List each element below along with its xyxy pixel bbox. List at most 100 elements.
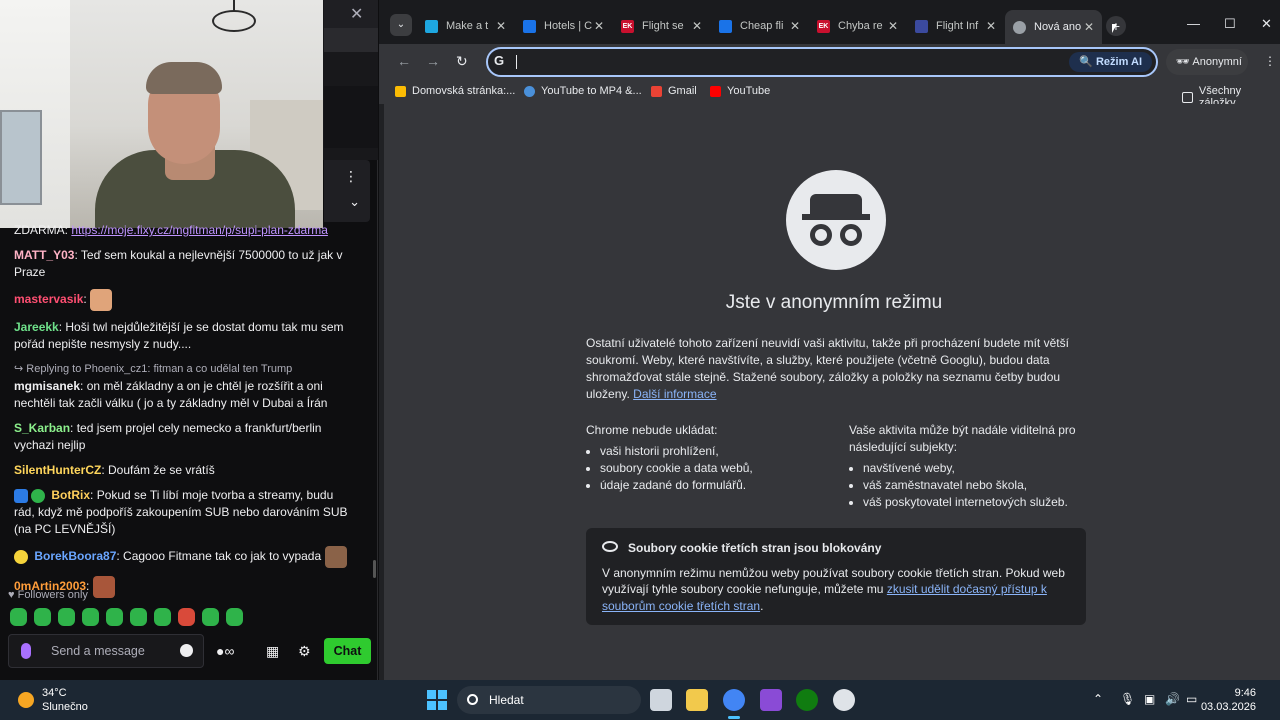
- bookmark-item[interactable]: Domovská stránka:...: [395, 85, 515, 97]
- reload-icon[interactable]: ↻: [456, 53, 468, 70]
- forward-arrow-icon[interactable]: →: [426, 53, 440, 69]
- chat-messages: ZDARMA: https://moje.fixy.cz/mgfitman/p/…: [0, 222, 370, 606]
- browser-tab[interactable]: EK Chyba re ✕: [809, 13, 906, 39]
- tab-favicon-icon: EK: [817, 19, 830, 33]
- settings-gear-icon[interactable]: ⚙: [298, 643, 311, 660]
- close-icon[interactable]: ✕: [350, 4, 363, 24]
- emote-option[interactable]: [106, 608, 123, 626]
- emote-option[interactable]: [202, 608, 219, 626]
- task-view-icon[interactable]: [650, 689, 672, 711]
- browser-tab[interactable]: EK Flight se ✕: [613, 13, 710, 39]
- network-icon[interactable]: ▣: [1144, 692, 1155, 706]
- bookmark-favicon-icon: [524, 85, 535, 97]
- browser-tab[interactable]: Flight Inf ✕: [907, 13, 1004, 39]
- weather-widget[interactable]: 34°C Slunečno: [18, 686, 88, 714]
- header-strip: [324, 86, 378, 148]
- ai-mode-button[interactable]: 🔍 Režim AI: [1069, 52, 1152, 72]
- bookmark-item[interactable]: YouTube to MP4 &...: [524, 85, 642, 97]
- windows-start-icon[interactable]: [427, 690, 447, 710]
- tray-chevron-up-icon[interactable]: ⌃: [1093, 692, 1103, 706]
- more-options-icon[interactable]: ⋮: [344, 168, 358, 185]
- maximize-icon[interactable]: ☐: [1224, 16, 1236, 32]
- tab-close-icon[interactable]: ✕: [986, 19, 1000, 33]
- chat-username[interactable]: mastervasik: [14, 292, 83, 306]
- chrome-icon[interactable]: [723, 689, 745, 711]
- visible-to-column: Vaše aktivita může být nadále viditelná …: [849, 422, 1089, 511]
- message-text: Doufám že se vrátíš: [108, 463, 215, 477]
- emote-option[interactable]: [226, 608, 243, 626]
- chat-send-button[interactable]: Chat: [324, 638, 371, 664]
- tab-title: Flight Inf: [936, 20, 979, 32]
- chat-username[interactable]: BotRix: [51, 488, 90, 502]
- bookmark-item[interactable]: YouTube: [710, 85, 770, 97]
- tab-favicon-icon: [523, 19, 536, 33]
- emoji-picker-icon[interactable]: [180, 644, 193, 657]
- chat-message-input[interactable]: Send a message: [8, 634, 204, 668]
- ceiling-lamp: [212, 10, 256, 32]
- address-bar[interactable]: G 🔍 Režim AI: [486, 47, 1158, 77]
- browser-tab[interactable]: Hotels | C ✕: [515, 13, 612, 39]
- chat-username[interactable]: SilentHunterCZ: [14, 463, 101, 477]
- flex-emote: [90, 289, 113, 311]
- emote-bar: [10, 608, 243, 626]
- tab-title: Nová ano: [1034, 21, 1082, 33]
- bookmark-label: Gmail: [668, 85, 697, 97]
- store-icon[interactable]: ▦: [266, 643, 279, 660]
- message-link[interactable]: https://moje.fixy.cz/mgfitman/p/supi-pla…: [71, 223, 328, 237]
- chat-username[interactable]: BorekBoora87: [34, 549, 116, 563]
- battery-icon[interactable]: ▭: [1186, 692, 1197, 706]
- chat-scrollbar[interactable]: [373, 560, 376, 578]
- emote-option[interactable]: [10, 608, 27, 626]
- system-clock[interactable]: 9:46 03.03.2026: [1201, 686, 1256, 714]
- webcam-overlay: [0, 0, 323, 228]
- arrow-badge-icon: [14, 488, 28, 503]
- eye-off-icon: [602, 541, 618, 552]
- back-arrow-icon[interactable]: ←: [397, 53, 411, 69]
- chat-message: BorekBoora87: Cagooo Fitmane tak co jak …: [14, 546, 356, 568]
- browser-tab[interactable]: Make a t ✕: [417, 13, 514, 39]
- emote-option[interactable]: [34, 608, 51, 626]
- search-label: Hledat: [489, 693, 524, 707]
- bookmark-item[interactable]: Gmail: [651, 85, 697, 97]
- chat-username[interactable]: S_Karban: [14, 421, 70, 435]
- emote-option[interactable]: [130, 608, 147, 626]
- reply-context[interactable]: ↪ Replying to Phoenix_cz1: fitman a co u…: [14, 361, 356, 378]
- chat-username[interactable]: MATT_Y03: [14, 248, 74, 262]
- tab-close-icon[interactable]: ✕: [692, 19, 706, 33]
- tab-close-icon[interactable]: ✕: [1084, 20, 1098, 34]
- tab-close-icon[interactable]: ✕: [888, 19, 902, 33]
- chat-username[interactable]: Jareekk: [14, 320, 59, 334]
- browser-tab[interactable]: Cheap fli ✕: [711, 13, 808, 39]
- app-icon[interactable]: [760, 689, 782, 711]
- chat-username[interactable]: mgmisanek: [14, 379, 80, 393]
- bookmark-label: Domovská stránka:...: [412, 85, 516, 97]
- file-explorer-icon[interactable]: [686, 689, 708, 711]
- chrome-menu-icon[interactable]: ⋮: [1264, 54, 1276, 68]
- emote-option[interactable]: [178, 608, 195, 626]
- minimize-icon[interactable]: —: [1187, 16, 1200, 31]
- emote-option[interactable]: [154, 608, 171, 626]
- volume-icon[interactable]: 🔊: [1165, 692, 1180, 706]
- tab-close-icon[interactable]: ✕: [594, 19, 608, 33]
- browser-tab-active[interactable]: Nová ano ✕: [1005, 10, 1102, 44]
- incognito-profile-chip[interactable]: 🕶 Anonymní: [1166, 49, 1248, 75]
- tab-close-icon[interactable]: ✕: [790, 19, 804, 33]
- bookmarks-bar: Domovská stránka:... YouTube to MP4 &...…: [379, 80, 1280, 109]
- microphone-icon[interactable]: [21, 643, 31, 659]
- chevron-down-icon[interactable]: ⌄: [349, 194, 360, 210]
- window-close-icon[interactable]: ✕: [1261, 16, 1272, 32]
- bits-icon[interactable]: ●∞: [216, 643, 234, 659]
- pinned-message-box[interactable]: ⋮ ⌄: [324, 160, 370, 222]
- tab-search-icon[interactable]: ⌄: [390, 14, 412, 36]
- emote-option[interactable]: [58, 608, 75, 626]
- microphone-tray-icon[interactable]: 🎙: [1120, 692, 1135, 706]
- app-icon[interactable]: [833, 689, 855, 711]
- muscle-emote: [324, 546, 347, 568]
- not-saved-item: vaši historii prohlížení,: [600, 443, 826, 460]
- xbox-icon[interactable]: [796, 689, 818, 711]
- tab-close-icon[interactable]: ✕: [496, 19, 510, 33]
- taskbar-search[interactable]: Hledat: [457, 686, 641, 714]
- emote-option[interactable]: [82, 608, 99, 626]
- chat-message: BotRix: Pokud se Ti líbí moje tvorba a s…: [14, 488, 348, 536]
- more-info-link[interactable]: Další informace: [633, 387, 716, 401]
